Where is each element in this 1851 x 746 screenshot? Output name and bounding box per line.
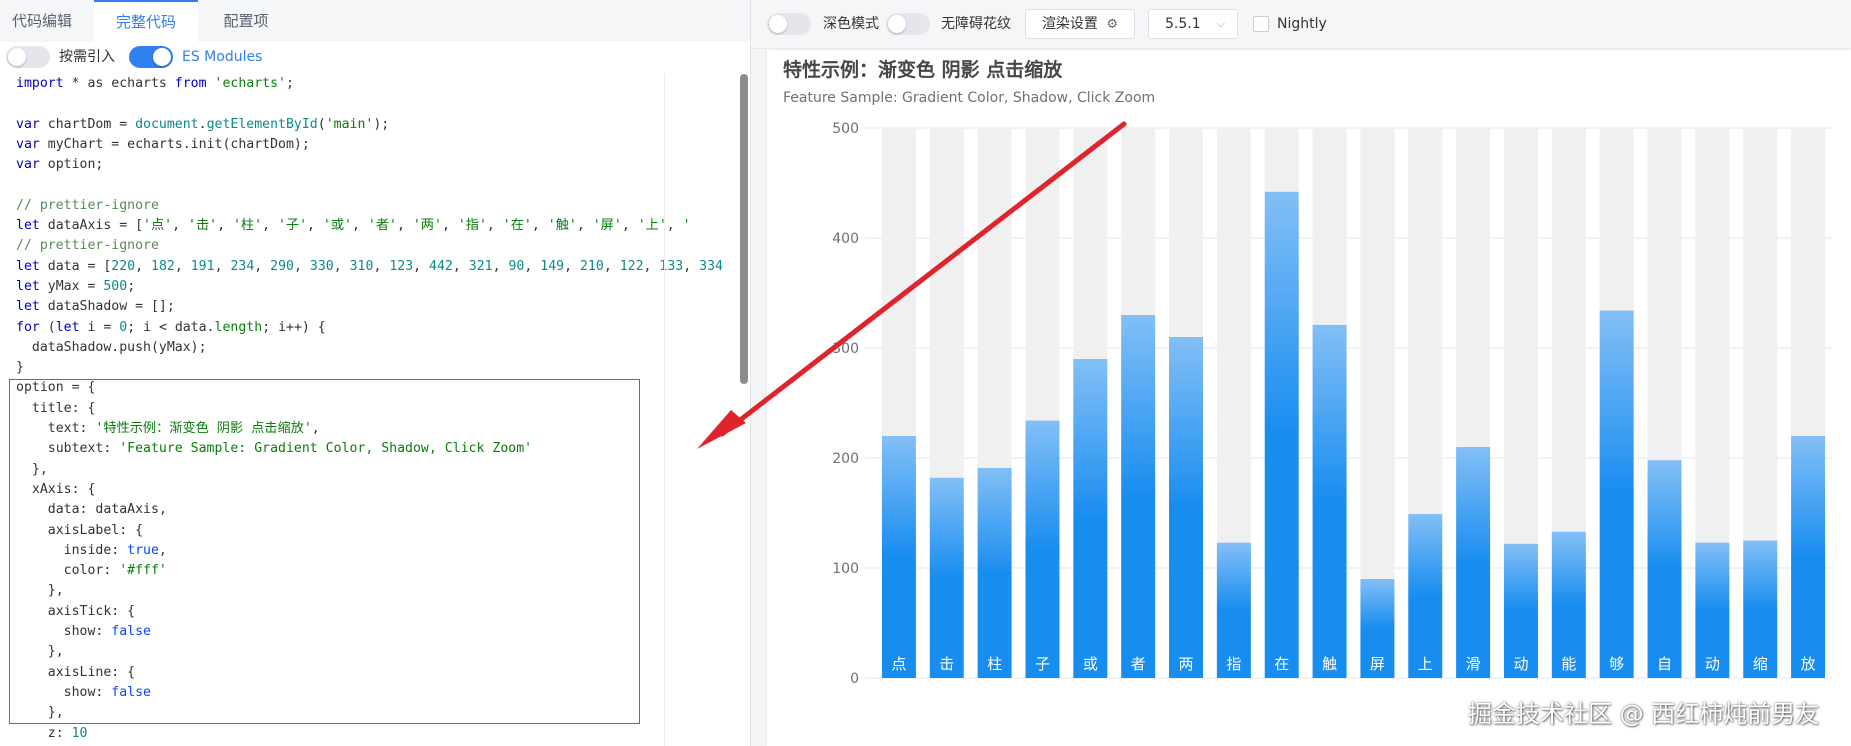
red-arrow: [719, 121, 1127, 437]
watermark: 掘金技术社区 @ 西红柿炖前男友: [1468, 700, 1820, 728]
annotation-overlay: [697, 121, 1127, 449]
red-arrow-head: [697, 410, 746, 449]
